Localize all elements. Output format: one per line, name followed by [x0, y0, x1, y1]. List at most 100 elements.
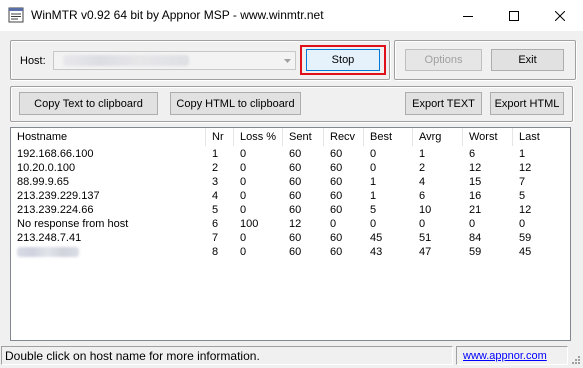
cell-hostname: 10.20.0.100 — [17, 162, 76, 174]
cell-hostname — [11, 245, 79, 261]
cell-last: 12 — [519, 204, 532, 216]
cell-hostname: 192.168.66.100 — [17, 148, 94, 160]
cell-sent: 60 — [289, 204, 302, 216]
status-bar: Double click on host name for more infor… — [0, 344, 583, 368]
close-button[interactable] — [537, 0, 583, 31]
cell-last: 5 — [519, 190, 526, 202]
cell-nr: 8 — [212, 246, 219, 258]
cell-worst: 21 — [469, 204, 482, 216]
cell-nr: 7 — [212, 232, 219, 244]
cell-avrg: 2 — [419, 162, 426, 174]
column-header-loss[interactable]: Loss % — [234, 128, 283, 146]
appnor-link[interactable]: www.appnor.com — [463, 349, 547, 363]
column-header-last[interactable]: Last — [513, 128, 570, 146]
column-header-best[interactable]: Best — [364, 128, 413, 146]
cell-best: 0 — [370, 148, 377, 160]
host-value-redacted — [63, 55, 189, 66]
cell-sent: 60 — [289, 190, 302, 202]
cell-hostname: No response from host — [17, 218, 129, 230]
host-label: Host: — [20, 55, 46, 67]
cell-sent: 60 — [289, 162, 302, 174]
exit-button[interactable]: Exit — [491, 49, 564, 71]
stop-button[interactable]: Stop — [306, 49, 380, 71]
cell-best: 0 — [370, 218, 377, 230]
minimize-button[interactable] — [445, 0, 491, 31]
table-row[interactable]: 88.99.9.65 3 0 60 60 1 4 15 7 — [11, 175, 570, 189]
column-header-nr[interactable]: Nr — [206, 128, 234, 146]
cell-hostname: 88.99.9.65 — [17, 176, 69, 188]
cell-best: 1 — [370, 176, 377, 188]
cell-recv: 60 — [330, 162, 343, 174]
table-row[interactable]: 8 0 60 60 43 47 59 45 — [11, 245, 570, 259]
winmtr-window: WinMTR v0.92 64 bit by Appnor MSP - www.… — [0, 0, 583, 368]
host-combobox[interactable] — [53, 51, 296, 70]
cell-avrg: 51 — [419, 232, 432, 244]
cell-best: 0 — [370, 162, 377, 174]
cell-recv: 60 — [330, 176, 343, 188]
cell-loss: 0 — [240, 190, 247, 202]
copy-html-button[interactable]: Copy HTML to clipboard — [170, 92, 301, 115]
cell-last: 12 — [519, 162, 532, 174]
export-text-button[interactable]: Export TEXT — [405, 92, 482, 115]
cell-last: 1 — [519, 148, 526, 160]
close-icon — [555, 10, 565, 21]
cell-worst: 16 — [469, 190, 482, 202]
column-header-avrg[interactable]: Avrg — [413, 128, 463, 146]
cell-avrg: 1 — [419, 148, 426, 160]
cell-sent: 60 — [289, 148, 302, 160]
copy-text-button[interactable]: Copy Text to clipboard — [19, 92, 158, 115]
cell-recv: 60 — [330, 246, 343, 258]
cell-best: 5 — [370, 204, 377, 216]
listview-header: Hostname Nr Loss % Sent Recv Best Avrg W… — [11, 128, 570, 146]
cell-best: 45 — [370, 232, 383, 244]
table-row[interactable]: 213.239.229.137 4 0 60 60 1 6 16 5 — [11, 189, 570, 203]
table-row[interactable]: 10.20.0.100 2 0 60 60 0 2 12 12 — [11, 161, 570, 175]
cell-worst: 59 — [469, 246, 482, 258]
results-listview[interactable]: Hostname Nr Loss % Sent Recv Best Avrg W… — [10, 127, 571, 341]
cell-loss: 0 — [240, 232, 247, 244]
column-header-sent[interactable]: Sent — [283, 128, 324, 146]
cell-worst: 84 — [469, 232, 482, 244]
status-message: Double click on host name for more infor… — [5, 349, 260, 363]
column-header-hostname[interactable]: Hostname — [11, 128, 206, 146]
cell-hostname: 213.239.229.137 — [17, 190, 100, 202]
cell-avrg: 4 — [419, 176, 426, 188]
cell-nr: 5 — [212, 204, 219, 216]
cell-last: 7 — [519, 176, 526, 188]
cell-sent: 12 — [289, 218, 302, 230]
title-bar[interactable]: WinMTR v0.92 64 bit by Appnor MSP - www.… — [0, 0, 583, 31]
cell-worst: 0 — [469, 218, 476, 230]
app-icon — [8, 7, 24, 23]
cell-loss: 0 — [240, 204, 247, 216]
cell-loss: 0 — [240, 148, 247, 160]
cell-sent: 60 — [289, 232, 302, 244]
maximize-icon — [509, 10, 519, 21]
options-button[interactable]: Options — [405, 49, 482, 71]
cell-sent: 60 — [289, 246, 302, 258]
table-row[interactable]: 213.248.7.41 7 0 60 60 45 51 84 59 — [11, 231, 570, 245]
cell-avrg: 10 — [419, 204, 432, 216]
cell-last: 0 — [519, 218, 526, 230]
table-row[interactable]: No response from host 6 100 12 0 0 0 0 0 — [11, 217, 570, 231]
cell-worst: 6 — [469, 148, 476, 160]
export-html-button[interactable]: Export HTML — [490, 92, 564, 115]
chevron-down-icon[interactable] — [280, 53, 294, 68]
cell-hostname: 213.248.7.41 — [17, 232, 82, 244]
cell-nr: 2 — [212, 162, 219, 174]
cell-nr: 6 — [212, 218, 219, 230]
cell-best: 43 — [370, 246, 383, 258]
resize-grip-icon[interactable] — [569, 353, 581, 365]
table-row[interactable]: 213.239.224.66 5 0 60 60 5 10 21 12 — [11, 203, 570, 217]
maximize-button[interactable] — [491, 0, 537, 31]
column-header-worst[interactable]: Worst — [463, 128, 513, 146]
table-row[interactable]: 192.168.66.100 1 0 60 60 0 1 6 1 — [11, 147, 570, 161]
cell-avrg: 6 — [419, 190, 426, 202]
minimize-icon — [463, 15, 473, 17]
cell-recv: 60 — [330, 204, 343, 216]
cell-avrg: 0 — [419, 218, 426, 230]
cell-loss: 0 — [240, 176, 247, 188]
hostname-redacted — [17, 247, 79, 257]
cell-sent: 60 — [289, 176, 302, 188]
status-pane-link: www.appnor.com — [456, 346, 568, 365]
column-header-recv[interactable]: Recv — [324, 128, 364, 146]
